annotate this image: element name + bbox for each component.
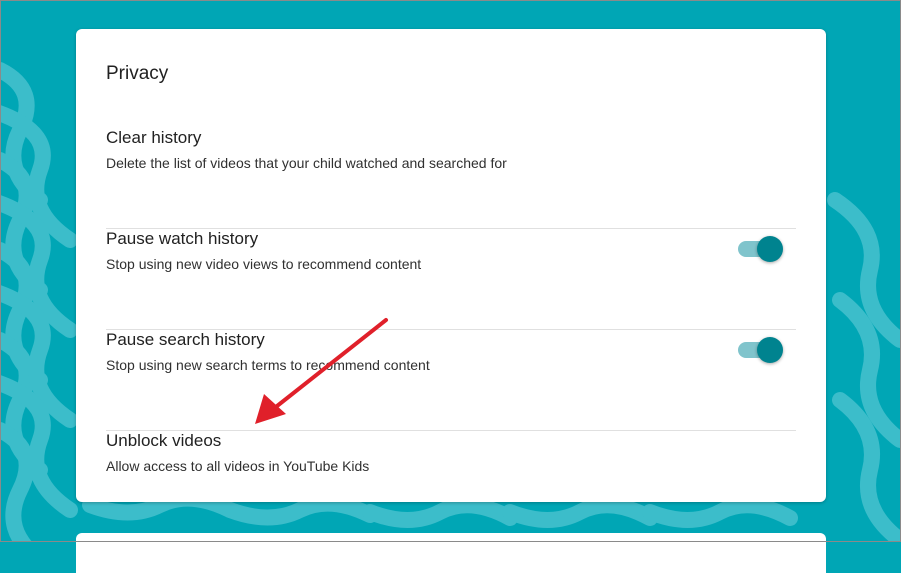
privacy-card: Privacy Clear history Delete the list of… (76, 29, 826, 502)
pause-search-history-row: Pause search history Stop using new sear… (106, 330, 796, 431)
pause-search-history-title: Pause search history (106, 330, 265, 349)
unblock-videos-description: Allow access to all videos in YouTube Ki… (106, 458, 370, 474)
pause-search-history-toggle[interactable] (738, 336, 784, 364)
toggle-knob (757, 236, 783, 262)
clear-history-row[interactable]: Clear history Delete the list of videos … (106, 128, 796, 229)
pause-search-history-description: Stop using new search terms to recommend… (106, 357, 430, 373)
clear-history-description: Delete the list of videos that your chil… (106, 155, 507, 171)
clear-history-title: Clear history (106, 128, 202, 147)
unblock-videos-row[interactable]: Unblock videos Allow access to all video… (106, 431, 796, 531)
pause-watch-history-title: Pause watch history (106, 229, 259, 248)
privacy-section-title: Privacy (106, 63, 169, 84)
toggle-knob (757, 337, 783, 363)
pause-watch-history-description: Stop using new video views to recommend … (106, 256, 422, 272)
unblock-videos-title: Unblock videos (106, 431, 222, 450)
pause-watch-history-row: Pause watch history Stop using new video… (106, 229, 796, 330)
pause-watch-history-toggle[interactable] (738, 235, 784, 263)
next-card (76, 533, 826, 573)
